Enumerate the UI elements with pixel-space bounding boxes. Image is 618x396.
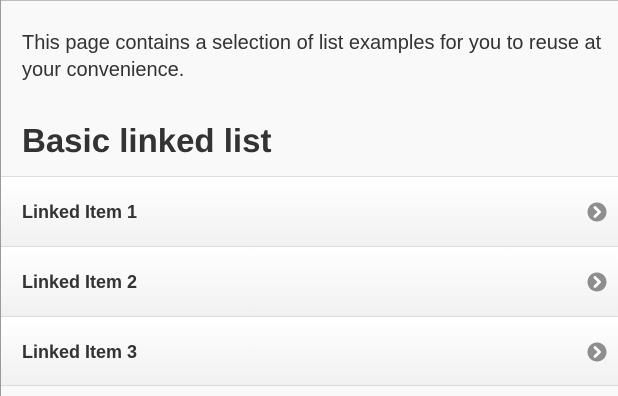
- list-item-linked-1[interactable]: Linked Item 1: [1, 176, 618, 246]
- page-frame: This page contains a selection of list e…: [0, 0, 618, 396]
- list-item-linked-3[interactable]: Linked Item 3: [1, 316, 618, 386]
- top-border: [1, 0, 618, 1]
- list-item-linked-2[interactable]: Linked Item 2: [1, 246, 618, 316]
- list-item-label: Linked Item 2: [22, 272, 138, 292]
- intro-text: This page contains a selection of list e…: [22, 32, 602, 81]
- chevron-right-icon: [587, 272, 607, 292]
- chevron-right-icon: [587, 202, 607, 222]
- chevron-right-icon: [587, 342, 607, 362]
- list-bottom-spacing: [1, 386, 618, 396]
- list-item-label: Linked Item 1: [22, 202, 138, 222]
- section-heading: Basic linked list: [22, 122, 272, 159]
- basic-linked-list: Linked Item 1 Linked Item 2 Linked Item …: [1, 176, 618, 386]
- list-item-label: Linked Item 3: [22, 342, 138, 362]
